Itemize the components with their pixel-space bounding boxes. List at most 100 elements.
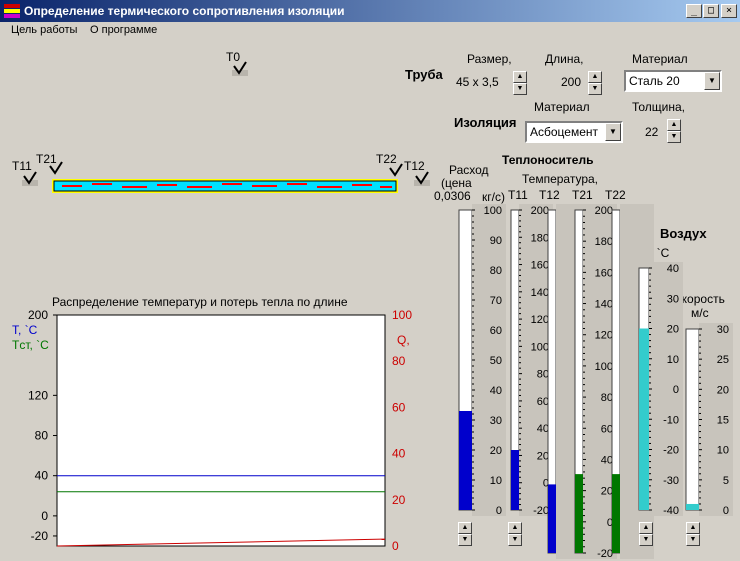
window-title: Определение термического сопротивления и…	[24, 4, 345, 18]
gauges-panel: 1009080706050403020100200180160140120100…	[458, 204, 733, 560]
chart-right-tick: 80	[392, 354, 406, 368]
t21-gauge-tick: -20	[597, 548, 613, 560]
checkmark-icon	[22, 171, 38, 186]
t22-gauge-fill	[612, 474, 620, 553]
coolant-title: Теплоноситель	[502, 153, 594, 167]
t21-gauge-tick: 180	[595, 236, 613, 248]
maximize-button[interactable]: □	[703, 4, 719, 18]
chart-plot-area	[56, 314, 386, 547]
flow-gauge-tick: 100	[484, 205, 502, 217]
chart-left-tick: -20	[31, 529, 49, 543]
chart-right-tick: 60	[392, 400, 406, 414]
air-speed-spinner[interactable]: ▲ ▼	[686, 522, 700, 546]
flow-gauge-tick: 0	[496, 505, 502, 517]
air-speed-gauge-tick: 5	[723, 475, 729, 487]
t11-gauge-tick: 160	[531, 260, 549, 272]
t21-gauge-fill	[575, 474, 583, 553]
flow-label-1: Расход	[449, 163, 489, 177]
t11-gauge-tick: 20	[537, 450, 549, 462]
t11-gauge-fill	[511, 450, 519, 510]
pipe-size-spinner[interactable]: ▲ ▼	[513, 71, 527, 95]
t11-gauge-tick: -20	[533, 505, 549, 517]
insulation-section-label: Изоляция	[454, 115, 517, 130]
t21-gauge-tick: 40	[601, 454, 613, 466]
chevron-down-icon[interactable]: ▼	[605, 123, 621, 141]
pipe-size-value: 45 x 3,5	[456, 75, 499, 89]
air-t0-gauge-tick: -10	[663, 414, 679, 426]
menu-about[interactable]: О программе	[90, 24, 157, 36]
minimize-button[interactable]: _	[686, 4, 702, 18]
air-speed-gauge-tick: 30	[717, 324, 729, 336]
pipe-material-select[interactable]: Сталь 20 ▼	[624, 70, 722, 92]
chart-left-tick: 120	[28, 388, 48, 402]
t11-gauge-tick: 60	[537, 396, 549, 408]
pipe-section-label: Труба	[405, 67, 443, 82]
flow-gauge-tick: 40	[490, 385, 502, 397]
chart-right-tick: 0	[392, 539, 399, 553]
pipe-graphic	[52, 179, 398, 193]
chart-right-tick: 20	[392, 493, 406, 507]
insulation-thickness-spinner[interactable]: ▲ ▼	[667, 119, 681, 143]
pipe-length-value: 200	[561, 75, 582, 89]
checkmark-icon	[49, 161, 63, 175]
chart-left-tick: 200	[28, 308, 48, 322]
air-speed-gauge-track	[685, 328, 700, 511]
flow-gauge-tick: 20	[490, 445, 502, 457]
air-speed-gauge-tick: 25	[717, 354, 729, 366]
pipe-material-label: Материал	[632, 52, 688, 66]
chart-left-tick: 0	[41, 509, 48, 523]
t11-gauge-tick: 40	[537, 423, 549, 435]
air-speed-gauge-tick: 20	[717, 384, 729, 396]
flow-gauge-tick: 60	[490, 325, 502, 337]
t11-gauge-tick: 120	[531, 314, 549, 326]
chart-right-tick: 40	[392, 447, 406, 461]
menu-goal[interactable]: Цель работы	[11, 24, 77, 36]
air-t0-gauge-tick: -30	[663, 475, 679, 487]
pipe-length-label: Длина,	[545, 52, 584, 66]
t21-gauge-tick: 160	[595, 267, 613, 279]
insulation-thickness-label: Толщина,	[632, 100, 686, 114]
flow-gauge-tick: 10	[490, 475, 502, 487]
flow-gauge-fill	[459, 411, 472, 510]
pipe-size-label: Размер,	[467, 52, 512, 66]
flow-gauge-tick: 50	[490, 355, 502, 367]
t11-gauge-tick: 100	[531, 341, 549, 353]
air-speed-gauge-tick: 10	[717, 445, 729, 457]
t21-gauge-tick: 60	[601, 423, 613, 435]
flag-icon	[4, 4, 20, 18]
chart-right-tick: 100	[392, 308, 412, 322]
air-speed-gauge-tick: 0	[723, 505, 729, 517]
checkmark-icon	[414, 171, 430, 186]
t21-gauge-tick: 80	[601, 392, 613, 404]
close-button[interactable]: ×	[721, 4, 737, 18]
checkmark-icon	[389, 163, 403, 177]
air-t0-gauge-tick: 40	[667, 263, 679, 275]
t11-spinner[interactable]: ▲ ▼	[508, 522, 522, 546]
chart-left-tick: 80	[35, 429, 49, 443]
air-t0-gauge-tick: 10	[667, 354, 679, 366]
air-speed-gauge-fill	[686, 503, 699, 510]
pipe-length-spinner[interactable]: ▲ ▼	[588, 71, 602, 95]
t21-gauge-tick: 200	[595, 205, 613, 217]
flow-gauge-tick: 90	[490, 235, 502, 247]
temperature-distribution-chart: 20012080400-20100806040200	[28, 308, 412, 553]
flow-gauge-tick: 80	[490, 265, 502, 277]
flow-spinner[interactable]: ▲ ▼	[458, 522, 472, 546]
air-t0-gauge-tick: 20	[667, 324, 679, 336]
air-t0-gauge-fill	[639, 328, 649, 510]
t21-gauge-tick: 100	[595, 361, 613, 373]
insulation-thickness-value: 22	[645, 125, 659, 139]
flow-gauge-tick: 70	[490, 295, 502, 307]
insulation-material-value: Асбоцемент	[530, 125, 599, 139]
chevron-down-icon[interactable]: ▼	[704, 72, 720, 90]
air-t0-spinner[interactable]: ▲ ▼	[639, 522, 653, 546]
pipe-material-value: Сталь 20	[629, 74, 680, 88]
t11-gauge-tick: 140	[531, 287, 549, 299]
t11-gauge-tick: 80	[537, 369, 549, 381]
air-t0-gauge-tick: -40	[663, 505, 679, 517]
air-t0-gauge-tick: -20	[663, 445, 679, 457]
insulation-material-select[interactable]: Асбоцемент ▼	[525, 121, 623, 143]
t21-gauge-tick: 120	[595, 330, 613, 342]
t12-gauge-fill	[548, 484, 556, 553]
t21-gauge-tick: 20	[601, 486, 613, 498]
